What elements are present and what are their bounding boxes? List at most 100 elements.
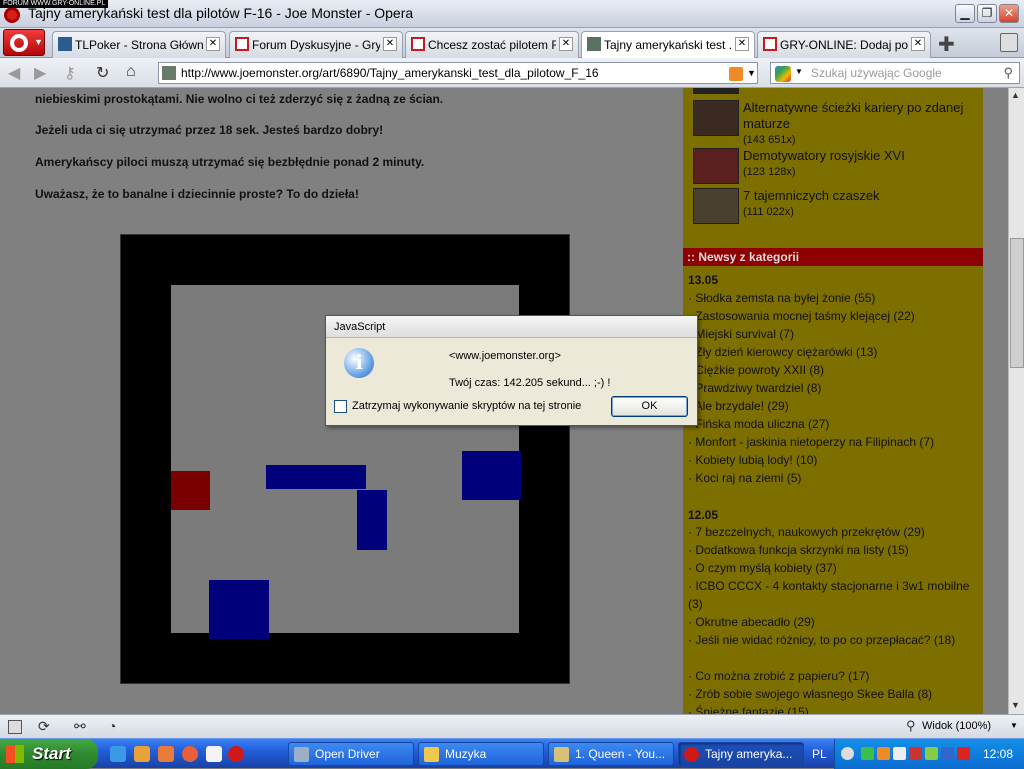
scrollbar-thumb[interactable] xyxy=(1010,238,1024,368)
zoom-icon[interactable]: ⚲ xyxy=(906,718,916,734)
stop-scripts-checkbox[interactable] xyxy=(334,400,347,413)
back-icon[interactable]: ◀ xyxy=(8,63,20,83)
scroll-down-icon[interactable]: ▼ xyxy=(1011,700,1020,710)
opera-quicklaunch-icon[interactable] xyxy=(228,746,244,762)
sun-quicklaunch-icon[interactable] xyxy=(134,746,150,762)
news-item[interactable]: · Kobiety lubią lody! (10) xyxy=(688,451,978,469)
news-item[interactable]: · Zastosowania mocnej taśmy klejącej (22… xyxy=(688,307,978,325)
tab-gry-online[interactable]: GRY-ONLINE: Dodaj post ✕ xyxy=(757,31,931,58)
news-item[interactable]: · ICBO CCCX - 4 kontakty stacjonarne i 3… xyxy=(688,577,978,613)
game-board[interactable] xyxy=(120,234,570,684)
news-item[interactable]: · Okrutne abecadło (29) xyxy=(688,613,978,631)
trash-icon[interactable] xyxy=(1000,33,1018,52)
windows-taskbar: Start Open Driver Muzyka 1. Queen - You.… xyxy=(0,738,1024,769)
news-item[interactable]: · Zły dzień kierowcy ciężarówki (13) xyxy=(688,343,978,361)
tab-label: Forum Dyskusyjne - Gry... xyxy=(252,38,380,52)
tray-gear-icon[interactable] xyxy=(877,747,890,760)
minimize-button[interactable]: ▁ xyxy=(955,4,975,23)
article-title[interactable]: 7 tajemniczych czaszek xyxy=(743,188,973,204)
taskbar-opera[interactable]: Tajny ameryka... xyxy=(678,742,804,766)
sync-icon[interactable]: ⟳ xyxy=(38,718,50,735)
app-quicklaunch-icon[interactable] xyxy=(158,746,174,762)
address-field[interactable]: http://www.joemonster.org/art/6890/Tajny… xyxy=(158,62,758,84)
news-item[interactable]: · Jeśli nie widać różnicy, to po co prze… xyxy=(688,631,978,649)
restore-button[interactable]: ❐ xyxy=(977,4,997,23)
news-item[interactable]: · Słodka zemsta na byłej żonie (55) xyxy=(688,289,978,307)
news-item[interactable]: · Miejski survival (7) xyxy=(688,325,978,343)
zoom-level[interactable]: Widok (100%) xyxy=(922,720,991,732)
news-item[interactable]: · Ale brzydale! (29) xyxy=(688,397,978,415)
taskbar-muzyka[interactable]: Muzyka xyxy=(418,742,544,766)
close-tab-icon[interactable]: ✕ xyxy=(559,37,573,51)
close-tab-icon[interactable]: ✕ xyxy=(206,37,220,51)
opera-menu-button[interactable]: ▼ xyxy=(3,29,45,56)
tab-pilot[interactable]: Chcesz zostać pilotem F... ✕ xyxy=(405,31,579,58)
close-button[interactable]: ✕ xyxy=(999,4,1019,23)
taskbar-queen[interactable]: 1. Queen - You... xyxy=(548,742,674,766)
thumbnail xyxy=(693,88,739,94)
tray-arrow-green-icon[interactable] xyxy=(925,747,938,760)
unite-icon[interactable]: ⚯ xyxy=(74,718,86,735)
news-item[interactable]: · Co można zrobić z papieru? (17) xyxy=(688,667,978,685)
article-title[interactable]: Alternatywne ścieżki kariery po zdanej m… xyxy=(743,100,973,132)
search-placeholder: Szukaj używając Google xyxy=(811,66,942,80)
ok-button[interactable]: OK xyxy=(611,396,688,417)
close-tab-icon[interactable]: ✕ xyxy=(383,37,397,51)
google-icon xyxy=(775,66,791,82)
chevron-down-icon[interactable]: ▼ xyxy=(747,63,756,83)
address-toolbar: ◀ ▶ ⚷ ↻ ⌂ http://www.joemonster.org/art/… xyxy=(0,58,1024,88)
tray-app-icon[interactable] xyxy=(909,747,922,760)
news-item[interactable]: · Dodatkowa funkcja skrzynki na listy (1… xyxy=(688,541,978,559)
enemy-block xyxy=(266,465,366,489)
turbo-icon[interactable]: ◔ xyxy=(108,718,116,734)
close-tab-icon[interactable]: ✕ xyxy=(911,37,925,51)
search-input[interactable]: ▼ Szukaj używając Google ⚲ xyxy=(770,62,1020,84)
tab-forum[interactable]: Forum Dyskusyjne - Gry... ✕ xyxy=(229,31,403,58)
panel-toggle-icon[interactable] xyxy=(8,720,22,734)
news-item[interactable]: · Zrób sobie swojego własnego Skee Balla… xyxy=(688,685,978,703)
tray-network-icon[interactable] xyxy=(861,747,874,760)
tray-arrow-icon[interactable] xyxy=(841,747,854,760)
stop-scripts-label[interactable]: Zatrzymaj wykonywanie skryptów na tej st… xyxy=(352,400,581,412)
news-item[interactable]: · O czym myślą kobiety (37) xyxy=(688,559,978,577)
firefox-quicklaunch-icon[interactable] xyxy=(182,746,198,762)
article-title[interactable]: Demotywatory rosyjskie XVI xyxy=(743,148,973,164)
home-icon[interactable]: ⌂ xyxy=(126,63,136,81)
start-button[interactable]: Start xyxy=(0,739,98,769)
opera-logo-icon xyxy=(4,7,20,23)
language-indicator[interactable]: PL xyxy=(812,747,827,761)
tray-antivirus-icon[interactable] xyxy=(957,747,970,760)
tab-joemonster[interactable]: Tajny amerykański test ... ✕ xyxy=(581,31,755,58)
tray-shield-icon[interactable] xyxy=(941,747,954,760)
tray-z-icon[interactable] xyxy=(893,747,906,760)
news-item[interactable]: · 7 bezczelnych, naukowych przekrętów (2… xyxy=(688,523,978,541)
chevron-down-icon[interactable]: ▼ xyxy=(1010,721,1018,730)
search-icon[interactable]: ⚲ xyxy=(1003,65,1013,81)
news-item[interactable]: · Śnieżne fantazje (15) xyxy=(688,703,978,714)
close-tab-icon[interactable]: ✕ xyxy=(735,37,749,51)
clock[interactable]: 12:08 xyxy=(983,747,1013,761)
notes-quicklaunch-icon[interactable] xyxy=(206,746,222,762)
new-tab-icon[interactable]: ✚ xyxy=(938,32,955,57)
rss-icon[interactable] xyxy=(729,67,743,81)
forward-icon[interactable]: ▶ xyxy=(34,63,46,83)
scroll-up-icon[interactable]: ▲ xyxy=(1011,90,1020,100)
taskbar-open-driver[interactable]: Open Driver xyxy=(288,742,414,766)
ie-quicklaunch-icon[interactable] xyxy=(110,746,126,762)
news-item[interactable]: · Fińska moda uliczna (27) xyxy=(688,415,978,433)
tab-tlpoker[interactable]: TLPoker - Strona Główna ✕ xyxy=(52,31,226,58)
key-icon[interactable]: ⚷ xyxy=(64,63,76,83)
news-item[interactable]: · Prawdziwy twardziel (8) xyxy=(688,379,978,397)
reload-icon[interactable]: ↻ xyxy=(96,63,109,83)
article-line: Amerykańscy piloci muszą utrzymać się be… xyxy=(35,155,425,169)
enemy-block xyxy=(357,490,387,550)
taskbar-label: Muzyka xyxy=(445,747,487,761)
vertical-scrollbar[interactable]: ▲ ▼ xyxy=(1008,88,1024,714)
article-views: (123 128x) xyxy=(743,166,796,178)
news-item[interactable]: · Monfort - jaskinia nietoperzy na Filip… xyxy=(688,433,978,451)
news-item[interactable]: · Ciężkie powroty XXII (8) xyxy=(688,361,978,379)
chevron-down-icon[interactable]: ▼ xyxy=(795,67,803,76)
gry-online-favicon-icon xyxy=(235,37,249,51)
news-item[interactable]: · Koci raj na ziemi (5) xyxy=(688,469,978,487)
player-block[interactable] xyxy=(171,471,210,510)
